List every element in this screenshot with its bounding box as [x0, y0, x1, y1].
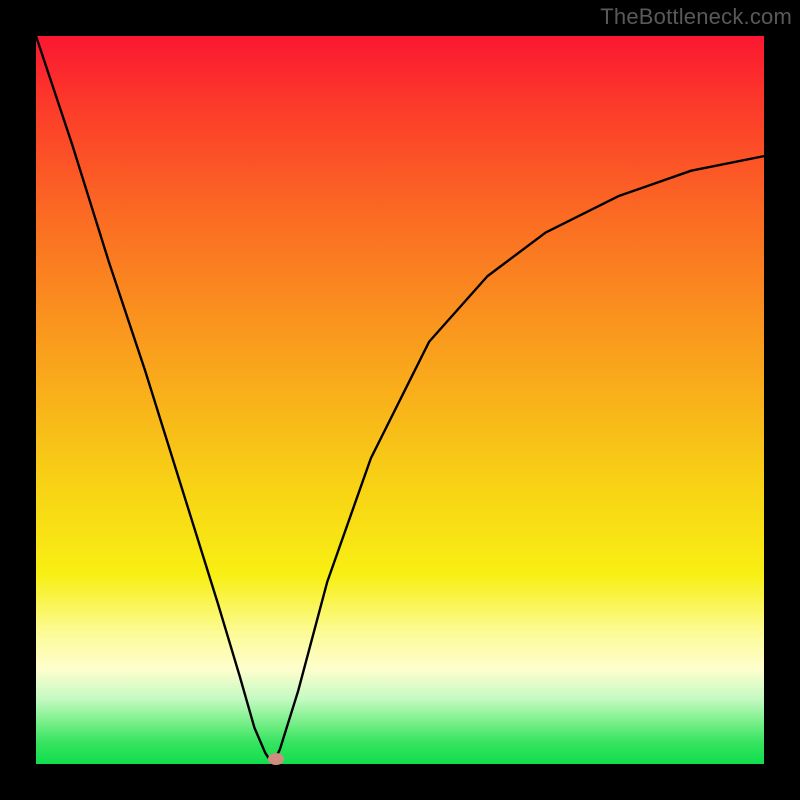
watermark-label: TheBottleneck.com: [600, 4, 792, 30]
plot-outer: [32, 32, 768, 768]
optimal-point-marker: [268, 753, 284, 765]
plot-area: [36, 36, 764, 764]
chart-frame: TheBottleneck.com: [0, 0, 800, 800]
bottleneck-curve: [36, 36, 764, 764]
